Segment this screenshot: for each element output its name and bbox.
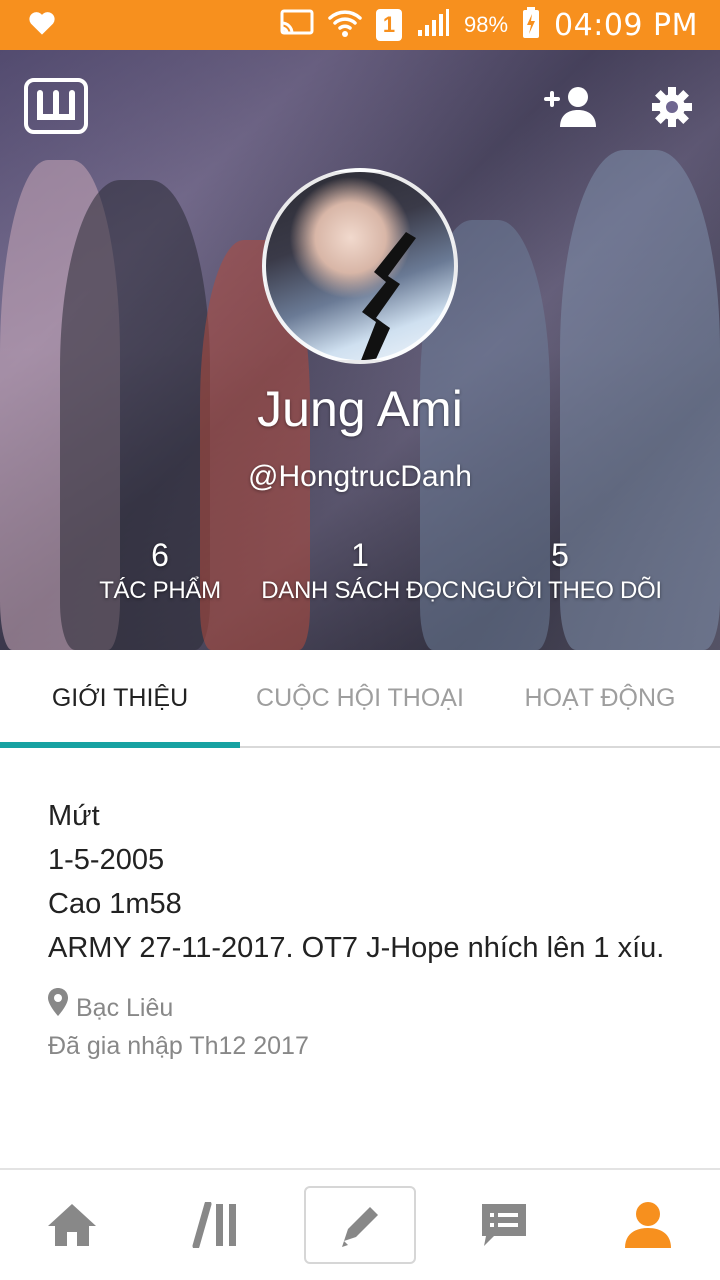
tab-about[interactable]: GIỚI THIỆU — [0, 650, 240, 748]
nav-profile[interactable] — [592, 1186, 704, 1264]
stat-value: 6 — [151, 537, 169, 573]
wifi-icon — [328, 8, 362, 43]
tab-activity[interactable]: HOẠT ĐỘNG — [480, 650, 720, 746]
location-text: Bạc Liêu — [76, 993, 174, 1022]
avatar-zigzag-decoration — [361, 232, 416, 360]
bio-line: Cao 1m58 — [48, 888, 182, 920]
bio-line: ARMY 27-11-2017. OT7 J-Hope nhích lên 1 … — [48, 932, 665, 964]
nav-write[interactable] — [304, 1186, 416, 1264]
battery-percent: 98% — [463, 12, 509, 37]
bio-line: 1-5-2005 — [48, 844, 165, 876]
about-section: Mứt 1-5-2005 Cao 1m58 ARMY 27-11-2017. O… — [48, 794, 678, 1065]
wattpad-logo[interactable] — [24, 78, 88, 134]
write-pencil-icon — [342, 1207, 378, 1247]
location-row: Bạc Liêu — [48, 988, 678, 1027]
bio-text: Mứt 1-5-2005 Cao 1m58 ARMY 27-11-2017. O… — [48, 794, 678, 970]
stat-works[interactable]: 6 TÁC PHẨM — [60, 536, 260, 608]
location-pin-icon — [48, 988, 68, 1027]
clock: 04:09 PM — [554, 7, 698, 43]
status-bar: 1 98% 04:09 PM — [0, 0, 720, 50]
settings-gear-icon[interactable] — [644, 82, 700, 132]
add-friend-icon[interactable] — [544, 82, 600, 132]
avatar[interactable] — [262, 168, 458, 364]
profile-icon — [625, 1202, 671, 1248]
heart-icon — [28, 10, 56, 41]
nav-home[interactable] — [16, 1186, 128, 1264]
nav-messages[interactable] — [448, 1186, 560, 1264]
cast-icon — [280, 9, 314, 42]
messages-icon — [482, 1204, 526, 1246]
stat-label: TÁC PHẨM — [99, 577, 221, 604]
bio-line: Mứt — [48, 800, 100, 832]
display-name: Jung Ami — [257, 381, 463, 437]
profile-stats: 6 TÁC PHẨM 1 DANH SÁCH ĐỌC 5 NGƯỜI THEO … — [60, 536, 662, 608]
battery-charging-icon — [522, 6, 540, 44]
stat-label: DANH SÁCH ĐỌC — [261, 577, 459, 604]
profile-meta: Bạc Liêu Đã gia nhập Th12 2017 — [48, 988, 678, 1065]
profile-header: Jung Ami @HongtrucDanh 6 TÁC PHẨM 1 DANH… — [0, 50, 720, 650]
profile-tabs: GIỚI THIỆU CUỘC HỘI THOẠI HOẠT ĐỘNG — [0, 650, 720, 748]
username: @HongtrucDanh — [248, 460, 472, 493]
joined-date: Đã gia nhập Th12 2017 — [48, 1032, 309, 1060]
wattpad-w-icon — [37, 90, 75, 120]
tab-conversations[interactable]: CUỘC HỘI THOẠI — [240, 650, 480, 746]
home-icon — [48, 1204, 96, 1246]
bottom-navigation — [0, 1168, 720, 1280]
stat-value: 1 — [351, 537, 369, 573]
library-icon — [192, 1202, 236, 1248]
stat-reading-lists[interactable]: 1 DANH SÁCH ĐỌC — [260, 536, 460, 608]
stat-label: NGƯỜI THEO DÕI — [460, 577, 662, 604]
stat-followers[interactable]: 5 NGƯỜI THEO DÕI — [460, 536, 662, 608]
nav-library[interactable] — [160, 1186, 272, 1264]
stat-value: 5 — [551, 537, 569, 573]
signal-icon — [416, 8, 450, 43]
sim-slot-indicator: 1 — [375, 9, 402, 41]
